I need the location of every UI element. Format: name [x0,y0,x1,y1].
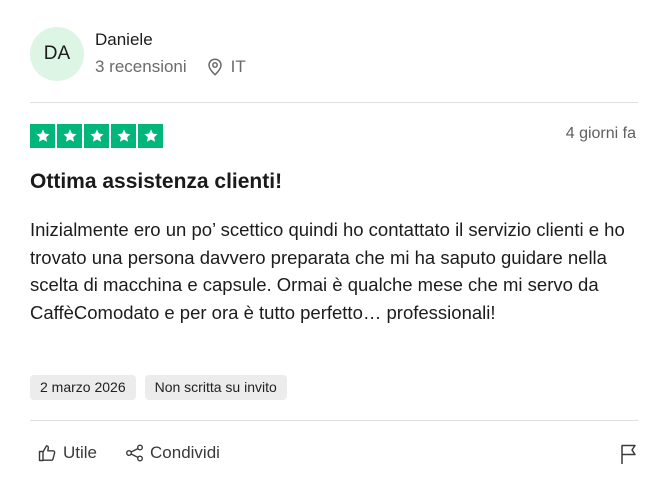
reviews-count: 3 recensioni [95,57,187,76]
divider [30,420,638,421]
review-card: DA Daniele 3 recensioni IT 4 giorni fa O… [0,0,664,488]
thumbs-up-icon [38,445,56,462]
avatar[interactable]: DA [30,27,84,81]
review-actions: Utile Condividi [38,443,220,463]
report-button[interactable] [620,443,638,470]
reviewer-meta: 3 recensioni IT [95,57,246,77]
date-badge: 2 marzo 2026 [30,375,136,400]
review-tags: 2 marzo 2026 Non scritta su invito [30,375,287,400]
star-icon [84,124,109,148]
country-code: IT [230,57,246,76]
star-icon [57,124,82,148]
relative-date: 4 giorni fa [565,125,636,142]
reviewer-location: IT [207,57,246,77]
useful-button[interactable]: Utile [38,443,97,463]
share-button[interactable]: Condividi [125,443,220,463]
useful-label: Utile [63,443,98,462]
star-icon [30,124,55,148]
share-label: Condividi [150,443,220,462]
divider [30,102,638,103]
location-pin-icon [207,58,222,76]
flag-icon [621,444,636,464]
review-body: Inizialmente ero un po’ scettico quindi … [30,219,625,323]
star-icon [111,124,136,148]
star-rating [30,124,163,148]
share-icon [126,444,144,462]
review-title[interactable]: Ottima assistenza clienti! [30,170,282,194]
star-icon [138,124,163,148]
invite-badge[interactable]: Non scritta su invito [144,375,287,400]
reviewer-name[interactable]: Daniele [95,30,153,50]
